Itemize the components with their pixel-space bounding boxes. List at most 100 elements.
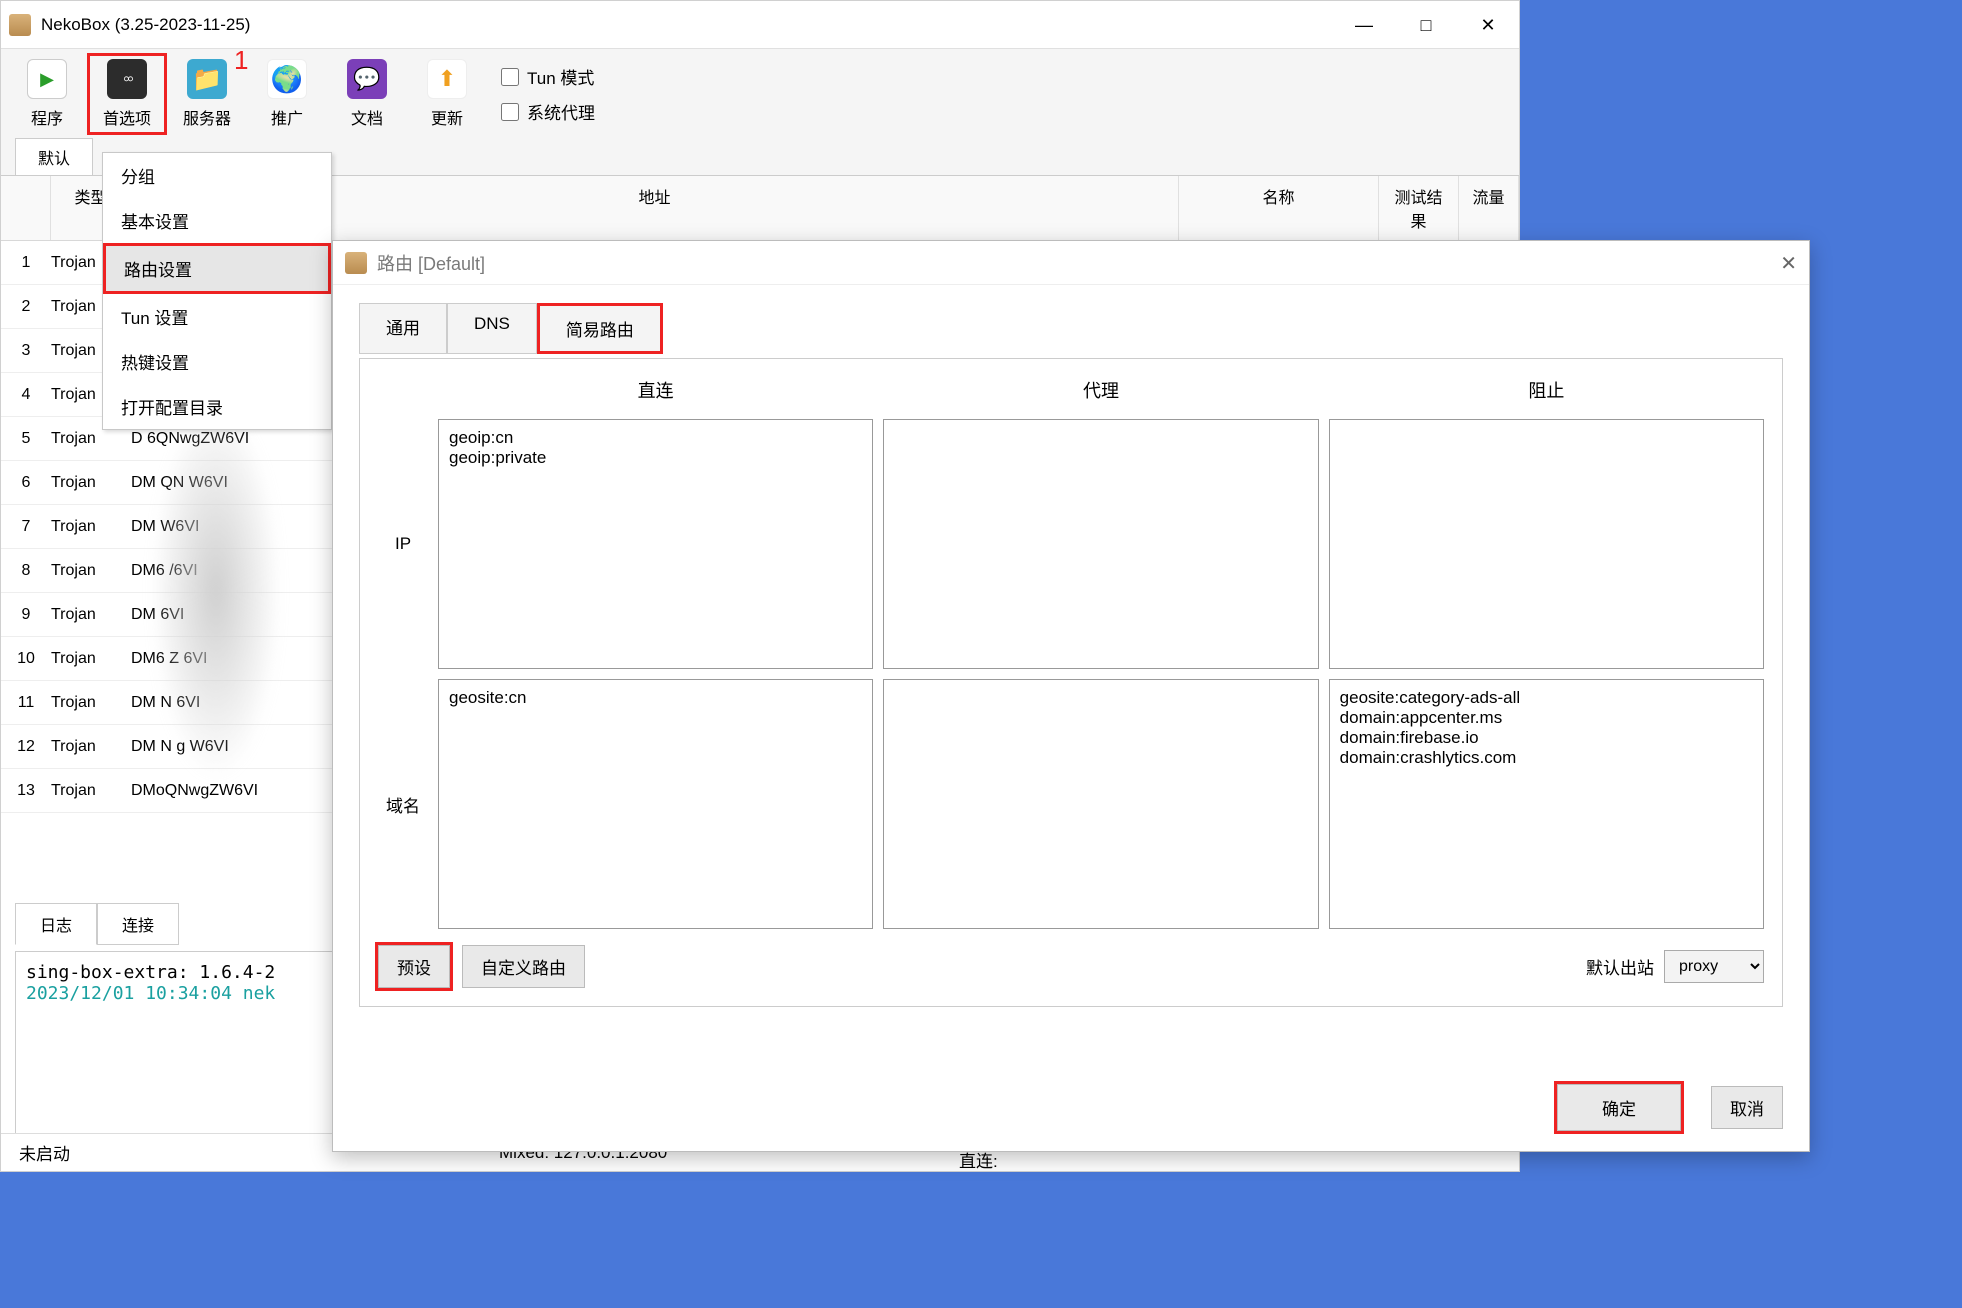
custom-route-button[interactable]: 自定义路由: [462, 945, 585, 988]
ip-direct-field[interactable]: geoip:cn geoip:private: [438, 419, 873, 669]
maximize-button[interactable]: □: [1395, 1, 1457, 49]
cell-type: Trojan: [51, 782, 131, 800]
cell-type: Trojan: [51, 650, 131, 668]
cancel-button[interactable]: 取消: [1711, 1086, 1783, 1129]
dialog-titlebar: 路由 [Default] ✕: [333, 241, 1809, 285]
col-index: [1, 176, 51, 240]
cell-type: Trojan: [51, 606, 131, 624]
dialog-icon: [345, 252, 367, 274]
menu-item-group[interactable]: 分组: [103, 153, 331, 198]
window-title: NekoBox (3.25-2023-11-25): [41, 15, 250, 35]
cell-type: Trojan: [51, 430, 131, 448]
tab-general[interactable]: 通用: [359, 303, 447, 354]
toolbar: 程序 首选项 服务器 推广 文档 更新 Tun 模式 系统代理: [1, 49, 1519, 139]
dialog-body: 通用 DNS 简易路由 直连 代理 阻止 IP geoip:cn geoip:p…: [333, 285, 1809, 1025]
cell-type: Trojan: [51, 474, 131, 492]
outbound-label: 默认出站: [1586, 954, 1654, 979]
globe-icon: [267, 59, 307, 99]
cell-index: 1: [1, 254, 51, 272]
cell-index: 6: [1, 474, 51, 492]
tun-mode-check[interactable]: Tun 模式: [501, 64, 595, 89]
domain-block-field[interactable]: geosite:category-ads-all domain:appcente…: [1329, 679, 1764, 929]
preferences-button[interactable]: 首选项: [87, 53, 167, 135]
menu-item-routing[interactable]: 路由设置: [103, 243, 331, 294]
domain-proxy-field[interactable]: [883, 679, 1318, 929]
menu-item-opendir[interactable]: 打开配置目录: [103, 384, 331, 429]
col-test: 测试结果: [1379, 176, 1459, 240]
menu-item-basic[interactable]: 基本设置: [103, 198, 331, 243]
cell-type: Trojan: [51, 518, 131, 536]
program-button[interactable]: 程序: [7, 53, 87, 135]
tab-simple-route[interactable]: 简易路由: [537, 303, 663, 354]
server-icon: [187, 59, 227, 99]
cell-type: Trojan: [51, 562, 131, 580]
minimize-button[interactable]: —: [1333, 1, 1395, 49]
outbound-select[interactable]: proxy: [1664, 950, 1764, 983]
system-proxy-check[interactable]: 系统代理: [501, 99, 595, 124]
dialog-panel: 直连 代理 阻止 IP geoip:cn geoip:private 域名 ge…: [359, 358, 1783, 1007]
preferences-menu: 分组 基本设置 路由设置 Tun 设置 热键设置 打开配置目录: [102, 152, 332, 430]
cell-index: 8: [1, 562, 51, 580]
cell-index: 5: [1, 430, 51, 448]
program-label: 程序: [31, 105, 63, 129]
play-icon: [27, 59, 67, 99]
domain-direct-field[interactable]: geosite:cn: [438, 679, 873, 929]
col-name: 名称: [1179, 176, 1379, 240]
window-controls: — □ ✕: [1333, 1, 1519, 49]
tun-mode-label: Tun 模式: [527, 64, 594, 89]
cell-index: 7: [1, 518, 51, 536]
system-proxy-label: 系统代理: [527, 99, 595, 124]
row-domain-label: 域名: [378, 679, 428, 929]
preferences-label: 首选项: [103, 105, 151, 129]
col-flow: 流量: [1459, 176, 1519, 240]
server-label: 服务器: [183, 105, 231, 129]
toolbar-checks: Tun 模式 系统代理: [501, 64, 595, 124]
tab-dns[interactable]: DNS: [447, 303, 537, 354]
cell-index: 11: [1, 694, 51, 712]
update-icon: [427, 59, 467, 99]
update-button[interactable]: 更新: [407, 53, 487, 135]
dialog-close-button[interactable]: ✕: [1780, 251, 1797, 276]
cell-index: 10: [1, 650, 51, 668]
dialog-tabs: 通用 DNS 简易路由: [359, 303, 1783, 354]
titlebar: NekoBox (3.25-2023-11-25) — □ ✕: [1, 1, 1519, 49]
cell-index: 13: [1, 782, 51, 800]
row-ip-label: IP: [378, 419, 428, 669]
hdr-block: 阻止: [1329, 377, 1764, 409]
cell-type: Trojan: [51, 738, 131, 756]
ok-button[interactable]: 确定: [1557, 1084, 1681, 1131]
cell-index: 3: [1, 342, 51, 360]
routing-dialog: 路由 [Default] ✕ 通用 DNS 简易路由 直连 代理 阻止 IP g…: [332, 240, 1810, 1152]
promo-button[interactable]: 推广: [247, 53, 327, 135]
docs-label: 文档: [351, 105, 383, 129]
cell-index: 2: [1, 298, 51, 316]
cell-index: 9: [1, 606, 51, 624]
doc-icon: [347, 59, 387, 99]
ip-proxy-field[interactable]: [883, 419, 1318, 669]
route-grid: 直连 代理 阻止 IP geoip:cn geoip:private 域名 ge…: [378, 377, 1764, 929]
tab-log[interactable]: 日志: [15, 903, 97, 945]
menu-item-tun[interactable]: Tun 设置: [103, 294, 331, 339]
promo-label: 推广: [271, 105, 303, 129]
cell-index: 4: [1, 386, 51, 404]
docs-button[interactable]: 文档: [327, 53, 407, 135]
app-icon: [9, 14, 31, 36]
update-label: 更新: [431, 105, 463, 129]
preset-button[interactable]: 预设: [378, 945, 450, 988]
dialog-footer: 确定 取消: [1557, 1084, 1783, 1131]
cell-index: 12: [1, 738, 51, 756]
hdr-proxy: 代理: [883, 377, 1318, 409]
smudge-overlay: [151, 401, 281, 781]
hdr-direct: 直连: [438, 377, 873, 409]
menu-item-hotkey[interactable]: 热键设置: [103, 339, 331, 384]
tab-default[interactable]: 默认: [15, 138, 93, 175]
cell-type: Trojan: [51, 694, 131, 712]
close-button[interactable]: ✕: [1457, 1, 1519, 49]
button-row: 预设 自定义路由 默认出站 proxy: [378, 945, 1764, 988]
status-direct: 直连:: [959, 1153, 998, 1172]
ip-block-field[interactable]: [1329, 419, 1764, 669]
dialog-title: 路由 [Default]: [377, 250, 485, 276]
tab-conn[interactable]: 连接: [97, 903, 179, 945]
preferences-icon: [107, 59, 147, 99]
annotation-1: 1: [234, 45, 248, 76]
